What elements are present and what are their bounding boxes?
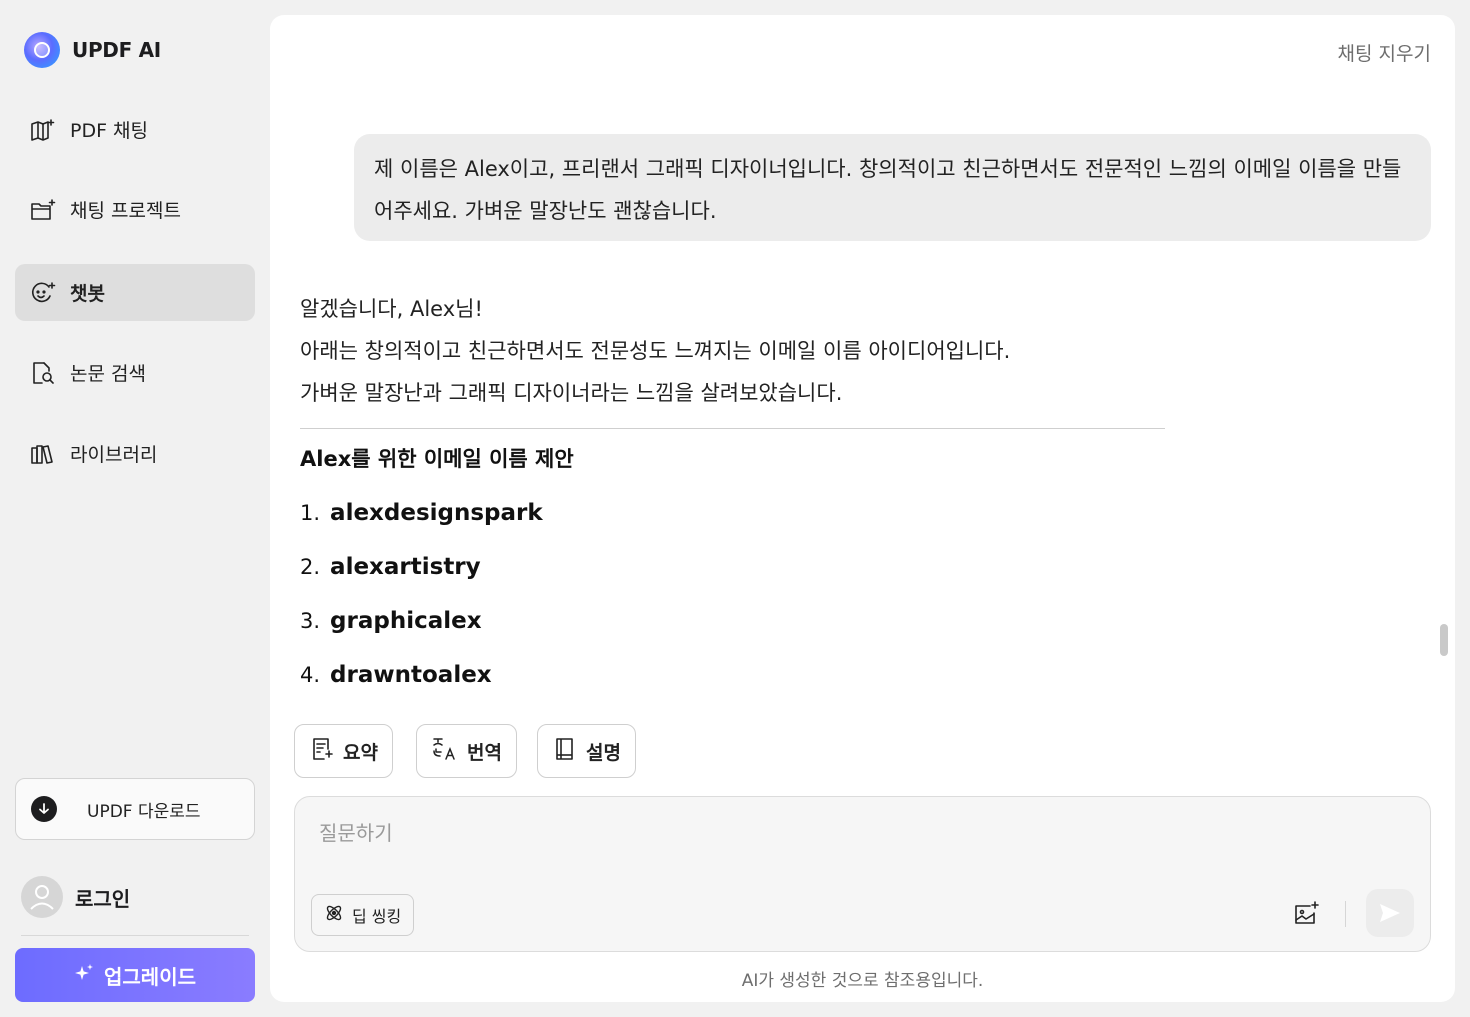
translate-icon <box>431 736 459 766</box>
sidebar-item-label: PDF 채팅 <box>70 120 149 142</box>
book-sparkle-icon <box>30 117 56 143</box>
updf-download-button[interactable]: UPDF 다운로드 <box>15 778 255 840</box>
folder-sparkle-icon <box>30 197 56 223</box>
reply-divider <box>300 428 1165 429</box>
upgrade-button[interactable]: 업그레이드 <box>15 948 255 1002</box>
brand[interactable]: UPDF AI <box>24 32 161 68</box>
list-item: 1. alexdesignspark <box>300 500 543 526</box>
toolbar-divider <box>1345 901 1346 927</box>
reply-line: 가벼운 말장난과 그래픽 디자이너라는 느낌을 살려보았습니다. <box>300 381 843 405</box>
sidebar-item-pdf-chat[interactable]: PDF 채팅 <box>15 101 255 158</box>
download-label: UPDF 다운로드 <box>87 801 201 822</box>
suggestion-name: graphicalex <box>330 608 482 634</box>
chat-panel: 채팅 지우기 제 이름은 Alex이고, 프리랜서 그래픽 디자이너입니다. 창… <box>270 15 1455 1002</box>
ai-disclaimer: AI가 생성한 것으로 참조용입니다. <box>741 971 984 991</box>
library-icon <box>30 441 56 467</box>
sidebar-item-chat-project[interactable]: 채팅 프로젝트 <box>15 181 255 238</box>
sparkle-icon <box>74 963 94 987</box>
suggestion-name: alexdesignspark <box>330 500 543 526</box>
chatbot-face-icon <box>30 280 56 306</box>
translate-button[interactable]: 번역 <box>416 724 517 778</box>
list-item: 4. drawntoalex <box>300 662 492 688</box>
download-icon <box>31 796 57 822</box>
scrollbar[interactable] <box>1440 624 1448 656</box>
summary-label: 요약 <box>343 741 378 764</box>
image-generate-icon[interactable] <box>1290 898 1322 930</box>
sidebar: UPDF AI PDF 채팅 채팅 프로젝트 챗봇 논문 검색 라이브러리 UP… <box>0 0 270 1017</box>
atom-icon <box>324 903 344 927</box>
sidebar-item-label: 라이브러리 <box>70 444 158 466</box>
question-input[interactable] <box>319 817 1319 849</box>
user-message: 제 이름은 Alex이고, 프리랜서 그래픽 디자이너입니다. 창의적이고 친근… <box>354 134 1431 241</box>
sidebar-item-label: 채팅 프로젝트 <box>70 200 181 222</box>
upgrade-label: 업그레이드 <box>104 964 196 989</box>
suggestion-name: alexartistry <box>330 554 481 580</box>
sidebar-item-paper-search[interactable]: 논문 검색 <box>15 344 255 401</box>
list-number: 4. <box>300 663 321 687</box>
summary-button[interactable]: 요약 <box>294 724 393 778</box>
reply-heading: Alex를 위한 이메일 이름 제안 <box>300 447 574 471</box>
clear-chat-button[interactable]: 채팅 지우기 <box>1338 39 1431 66</box>
login-label: 로그인 <box>75 886 131 911</box>
composer: 딥 씽킹 <box>294 796 1431 952</box>
send-button[interactable] <box>1366 889 1414 937</box>
sidebar-item-label: 챗봇 <box>70 283 105 305</box>
sidebar-item-chatbot[interactable]: 챗봇 <box>15 264 255 321</box>
deep-think-toggle[interactable]: 딥 씽킹 <box>311 894 415 936</box>
deep-think-label: 딥 씽킹 <box>352 907 402 926</box>
assistant-reply: 알겠습니다, Alex님! 아래는 창의적이고 친근하면서도 전문성도 느껴지는… <box>300 288 1200 414</box>
send-icon <box>1380 904 1400 922</box>
login-button[interactable]: 로그인 <box>21 876 130 918</box>
explain-button[interactable]: 설명 <box>537 724 636 778</box>
document-search-icon <box>30 360 56 386</box>
suggestion-name: drawntoalex <box>330 662 492 688</box>
book-icon <box>552 736 578 766</box>
reply-line: 아래는 창의적이고 친근하면서도 전문성도 느껴지는 이메일 이름 아이디어입니… <box>300 339 1011 363</box>
translate-label: 번역 <box>467 741 502 764</box>
reply-line: 알겠습니다, Alex님! <box>300 297 483 321</box>
avatar <box>21 876 63 918</box>
summary-icon <box>309 736 335 766</box>
sidebar-item-library[interactable]: 라이브러리 <box>15 425 255 482</box>
list-number: 3. <box>300 609 321 633</box>
explain-label: 설명 <box>586 741 621 764</box>
list-number: 2. <box>300 555 321 579</box>
sidebar-divider <box>21 935 249 936</box>
list-item: 2. alexartistry <box>300 554 481 580</box>
list-item: 3. graphicalex <box>300 608 482 634</box>
list-number: 1. <box>300 501 321 525</box>
brand-name: UPDF AI <box>72 38 161 62</box>
updf-ai-logo-icon <box>24 32 60 68</box>
sidebar-item-label: 논문 검색 <box>70 363 146 385</box>
